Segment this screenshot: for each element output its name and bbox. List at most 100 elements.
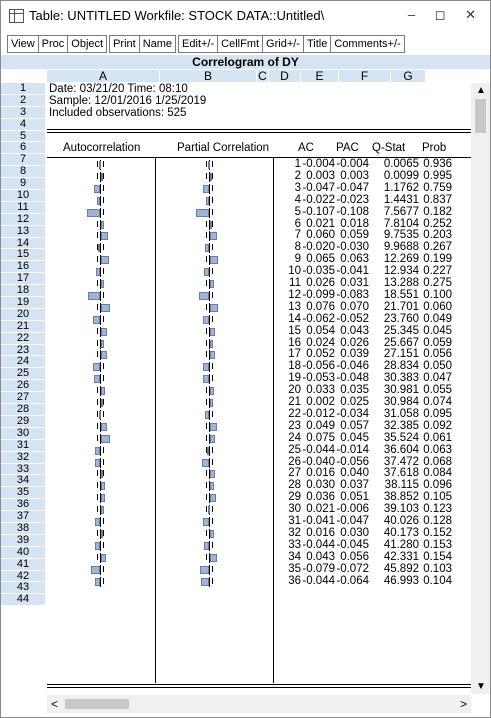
row-number[interactable]: 22	[1, 332, 45, 345]
qstat-value: 46.993	[383, 574, 419, 587]
ac-bar	[95, 268, 100, 277]
ac-bar	[98, 410, 101, 419]
lag: 21	[288, 396, 301, 408]
horizontal-scroll-thumb[interactable]	[65, 699, 129, 709]
prob-value: 0.123	[423, 503, 452, 516]
title-button[interactable]: Title	[302, 35, 332, 53]
pac-value: 0.070	[340, 300, 369, 313]
column-header-g[interactable]: G	[391, 70, 426, 82]
ac-bar	[94, 541, 100, 550]
grid--button[interactable]: Grid+/-	[262, 35, 304, 53]
qstat-value: 41.280	[383, 538, 419, 551]
column-header-e[interactable]: E	[301, 70, 339, 82]
confidence-band-mark	[206, 303, 207, 310]
ac-value: -0.062	[302, 312, 335, 325]
ac-bar	[101, 327, 108, 336]
prob-value: 0.060	[423, 300, 452, 313]
horizontal-scrollbar[interactable]: < >	[47, 695, 471, 713]
lag: 1	[294, 158, 301, 170]
row-number[interactable]: 32	[1, 451, 45, 464]
object-button[interactable]: Object	[67, 35, 108, 53]
row-number[interactable]: 2	[1, 94, 45, 107]
row-number[interactable]: 39	[1, 534, 45, 547]
column-header-c[interactable]: C	[257, 70, 269, 82]
prob-value: 0.084	[423, 467, 452, 480]
qstat-value: 9.9688	[383, 241, 419, 254]
name-button[interactable]: Name	[138, 35, 177, 53]
zero-line-mark	[209, 540, 210, 551]
column-headers: ABCDEFG	[1, 70, 471, 82]
row-number[interactable]: 12	[1, 213, 45, 226]
view-button[interactable]: View	[7, 35, 39, 53]
confidence-band-mark	[206, 482, 207, 489]
edit--button[interactable]: Edit+/-	[178, 35, 219, 53]
window-controls[interactable]: – ◻ ✕	[408, 7, 484, 23]
proc-button[interactable]: Proc	[37, 35, 69, 53]
row-number[interactable]: 41	[1, 558, 45, 571]
prob-value: 0.074	[423, 396, 452, 408]
pac-bar	[210, 399, 213, 407]
cellfmt-button[interactable]: CellFmt	[217, 35, 264, 53]
prob-value: 0.056	[423, 348, 452, 361]
column-header-a[interactable]: A	[47, 70, 160, 82]
row-number[interactable]: 44	[1, 593, 45, 607]
qstat-value: 39.103	[383, 503, 419, 516]
row-number[interactable]: 11	[1, 201, 45, 214]
confidence-band-mark	[97, 387, 98, 394]
scroll-down-icon[interactable]: ▼	[476, 681, 486, 692]
confidence-band-mark	[97, 256, 98, 263]
pac-value: -0.072	[336, 562, 369, 575]
zero-line-mark	[209, 207, 210, 218]
vertical-scroll-thumb[interactable]	[475, 99, 486, 133]
column-header-d[interactable]: D	[269, 70, 301, 82]
scroll-left-icon[interactable]: <	[51, 697, 58, 711]
ac-bar	[101, 434, 110, 443]
confidence-band-mark	[97, 172, 98, 179]
row-number[interactable]: 3	[1, 106, 45, 119]
pac-bar	[210, 220, 213, 229]
ac-value: 0.002	[306, 396, 335, 408]
scroll-right-icon[interactable]: >	[460, 697, 467, 711]
ac-bar	[88, 291, 100, 300]
pac-bar	[202, 315, 209, 324]
qstat-value: 23.760	[383, 312, 419, 325]
column-header-b[interactable]: B	[160, 70, 257, 82]
row-number[interactable]: 4	[1, 118, 45, 131]
qstat-value: 25.345	[383, 324, 419, 337]
comments--button[interactable]: Comments+/-	[330, 35, 405, 53]
lag: 17	[288, 348, 301, 361]
lag: 35	[288, 562, 301, 575]
row-number[interactable]: 30	[1, 427, 45, 440]
ac-value: -0.004	[302, 158, 335, 170]
pac-value: -0.047	[336, 181, 369, 194]
row-number[interactable]: 13	[1, 225, 45, 238]
column-header-f[interactable]: F	[339, 70, 391, 82]
row-number[interactable]: 40	[1, 546, 45, 559]
confidence-band-mark	[206, 256, 207, 263]
confidence-band-mark	[97, 494, 98, 501]
confidence-band-mark	[212, 541, 213, 548]
vertical-scrollbar[interactable]: ▲ ▼	[471, 83, 490, 694]
pac-bar	[210, 339, 214, 348]
pac-bar	[210, 232, 218, 241]
spreadsheet-grid[interactable]: Date: 03/21/20 Time: 08:10 Sample: 12/01…	[47, 83, 471, 694]
confidence-band-mark	[103, 363, 104, 370]
pac-value: 0.040	[340, 467, 369, 480]
lag: 14	[288, 312, 301, 325]
ac-value: -0.099	[302, 288, 335, 301]
scroll-up-icon[interactable]: ▲	[476, 85, 486, 96]
qstat-value: 38.852	[383, 491, 419, 504]
confidence-band-mark	[206, 470, 207, 477]
confidence-band-mark	[212, 518, 213, 524]
row-number[interactable]: 31	[1, 439, 45, 452]
row-number[interactable]: 21	[1, 320, 45, 333]
ac-bar	[93, 375, 100, 384]
print-button[interactable]: Print	[109, 35, 140, 53]
confidence-band-mark	[103, 518, 104, 524]
title-bar[interactable]: Table: UNTITLED Workfile: STOCK DATA::Un…	[1, 1, 490, 31]
ac-bar	[101, 529, 103, 538]
ac-value: 0.021	[306, 503, 335, 516]
prob-value: 0.068	[423, 455, 452, 468]
lag: 15	[288, 324, 301, 337]
confidence-band-mark	[212, 506, 213, 513]
